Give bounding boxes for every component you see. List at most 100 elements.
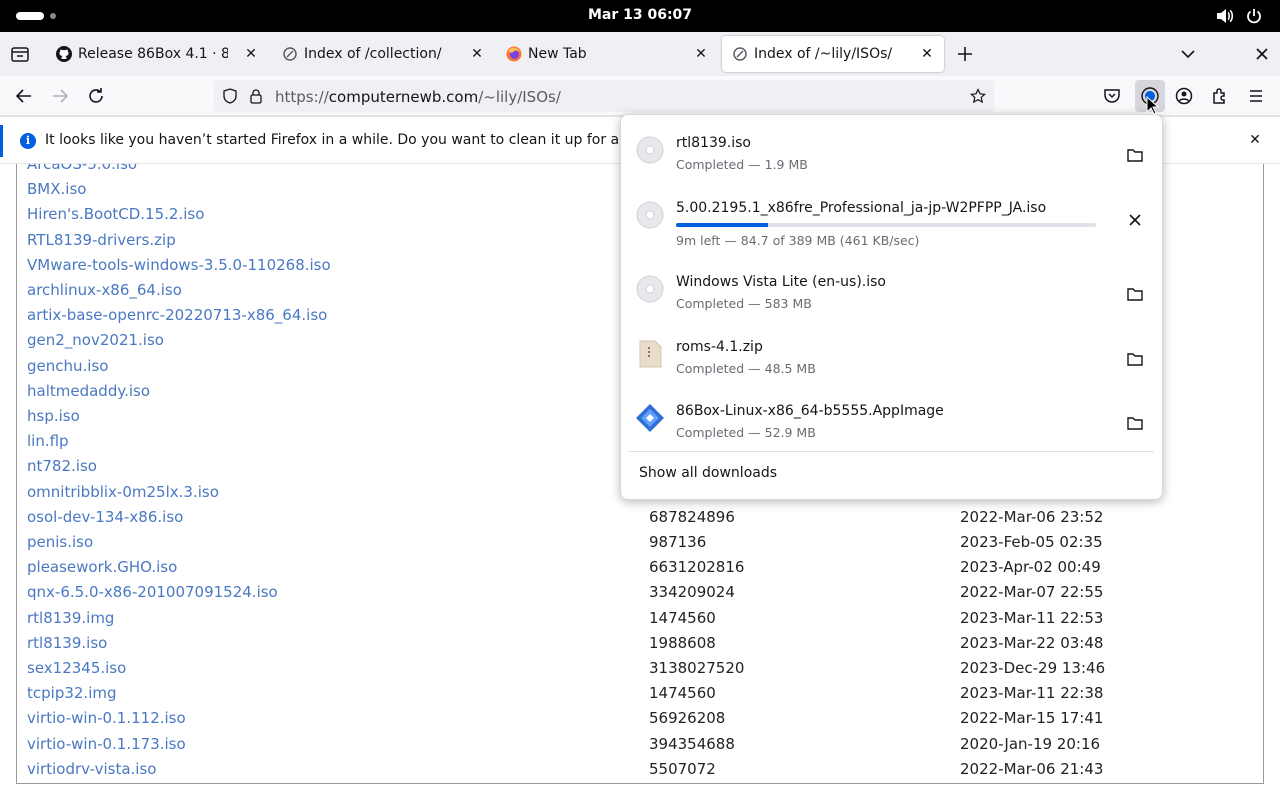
firefox-view-icon[interactable]	[8, 42, 32, 66]
close-tab-icon[interactable]: ✕	[918, 45, 936, 63]
new-tab-plus-icon[interactable]	[953, 42, 977, 66]
file-link[interactable]: artix-base-openrc-20220713-x86_64.iso	[27, 306, 327, 324]
file-link[interactable]: qnx-6.5.0-x86-201007091524.iso	[27, 583, 278, 601]
hamburger-menu-icon[interactable]	[1244, 84, 1268, 108]
github-icon	[56, 46, 72, 62]
download-progress-bar	[676, 223, 1096, 227]
close-tab-icon[interactable]: ✕	[692, 45, 710, 63]
file-link[interactable]: penis.iso	[27, 533, 93, 551]
tab-label: Index of /collection/	[304, 46, 442, 62]
file-date: 2023-Apr-02 00:49	[960, 558, 1101, 577]
tab-label: Index of /~lily/ISOs/	[754, 46, 893, 62]
tab-strip: Release 86Box 4.1 · 86Box ✕ Index of /co…	[0, 32, 1280, 76]
file-date: 2022-Mar-07 22:55	[960, 583, 1104, 602]
file-link[interactable]: virtio-win-0.1.112.iso	[27, 709, 186, 727]
info-icon: i	[20, 133, 36, 149]
file-link[interactable]: BMX.iso	[27, 180, 86, 198]
file-date: 2023-Mar-11 22:38	[960, 684, 1104, 703]
download-item[interactable]: Windows Vista Lite (en-us).iso Completed …	[629, 258, 1156, 322]
back-arrow-icon[interactable]	[12, 84, 36, 108]
tab-index-collection[interactable]: Index of /collection/ ✕	[272, 36, 494, 72]
file-link[interactable]: archlinux-x86_64.iso	[27, 281, 182, 299]
file-link[interactable]: omnitribblix-0m25lx.3.iso	[27, 483, 219, 501]
close-tab-icon[interactable]: ✕	[468, 45, 486, 63]
download-filename: Windows Vista Lite (en-us).iso	[676, 274, 886, 290]
table-row: virtio-win-0.1.112.iso 56926208 2022-Mar-1…	[17, 709, 1263, 734]
bookmark-star-icon[interactable]	[970, 88, 986, 104]
file-size: 3138027520	[649, 659, 745, 677]
open-folder-icon[interactable]	[1123, 282, 1147, 306]
file-link[interactable]: virtio-win-0.1.173.iso	[27, 735, 186, 753]
file-link[interactable]: pleasework.GHO.iso	[27, 558, 177, 576]
extensions-icon[interactable]	[1208, 84, 1232, 108]
downloads-panel: rtl8139.iso Completed — 1.9 MB 5.00.2195.1…	[620, 114, 1163, 500]
power-icon[interactable]	[1246, 8, 1262, 24]
file-link[interactable]: RTL8139-drivers.zip	[27, 231, 176, 249]
mouse-cursor-icon	[1146, 96, 1160, 115]
open-folder-icon[interactable]	[1123, 411, 1147, 435]
file-link[interactable]: gen2_nov2021.iso	[27, 331, 164, 349]
firefox-icon	[506, 46, 522, 62]
tab-index-lily-isos[interactable]: Index of /~lily/ISOs/ ✕	[722, 36, 944, 72]
file-link[interactable]: osol-dev-134-x86.iso	[27, 508, 183, 526]
close-tab-icon[interactable]: ✕	[242, 45, 260, 63]
file-link[interactable]: genchu.iso	[27, 357, 108, 375]
file-link[interactable]: VMware-tools-windows-3.5.0-110268.iso	[27, 256, 331, 274]
download-item[interactable]: 5.00.2195.1_x86fre_Professional_ja-jp-W2…	[629, 184, 1156, 248]
file-link[interactable]: nt782.iso	[27, 457, 97, 475]
shield-icon[interactable]	[222, 88, 238, 104]
close-window-icon[interactable]	[1250, 42, 1274, 66]
file-size: 1988608	[649, 633, 716, 652]
pocket-icon[interactable]	[1100, 84, 1124, 108]
url-text[interactable]: https://computernewb.com/~lily/ISOs/	[275, 88, 561, 106]
list-all-tabs-chevron-down-icon[interactable]	[1176, 42, 1200, 66]
file-link[interactable]: ArcaOS-5.0.iso	[27, 164, 137, 173]
lock-icon[interactable]	[248, 88, 264, 104]
disc-icon	[635, 135, 665, 165]
tab-label: Release 86Box 4.1 · 86Box	[78, 46, 228, 62]
tab-86box-release[interactable]: Release 86Box 4.1 · 86Box ✕	[46, 36, 268, 72]
notification-accent	[0, 125, 3, 157]
download-item[interactable]: 86Box-Linux-x86_64-b5555.AppImage Complet…	[629, 387, 1156, 451]
download-status: Completed — 48.5 MB	[676, 361, 816, 376]
volume-icon[interactable]	[1216, 8, 1234, 24]
close-notification-icon[interactable]: ✕	[1246, 131, 1264, 149]
file-link[interactable]: rtl8139.iso	[27, 634, 107, 652]
download-filename: 86Box-Linux-x86_64-b5555.AppImage	[676, 403, 944, 419]
account-icon[interactable]	[1172, 84, 1196, 108]
url-bar[interactable]: https://computernewb.com/~lily/ISOs/	[214, 80, 994, 112]
file-link[interactable]: virtiodrv-vista.iso	[27, 760, 156, 778]
file-date: 2023-Feb-05 02:35	[960, 533, 1103, 551]
open-folder-icon[interactable]	[1123, 143, 1147, 167]
file-date: 2023-Mar-11 22:53	[960, 608, 1104, 627]
page-icon	[282, 46, 298, 62]
file-link[interactable]: Hiren's.BootCD.15.2.iso	[27, 205, 204, 223]
download-item[interactable]: rtl8139.iso Completed — 1.9 MB	[629, 119, 1156, 183]
file-link[interactable]: rtl8139.img	[27, 609, 114, 627]
open-folder-icon[interactable]	[1123, 347, 1147, 371]
system-clock[interactable]: Mar 13 06:07	[0, 7, 1280, 23]
file-size: 6631202816	[649, 558, 745, 577]
file-size: 394354688	[649, 734, 735, 753]
download-filename: 5.00.2195.1_x86fre_Professional_ja-jp-W2…	[676, 200, 1047, 216]
cancel-download-close-icon[interactable]	[1123, 208, 1147, 232]
file-link[interactable]: haltmedaddy.iso	[27, 382, 150, 400]
file-date: 2022-Mar-06 23:52	[960, 507, 1104, 526]
show-all-downloads-button[interactable]: Show all downloads	[639, 465, 777, 481]
page-icon	[732, 46, 748, 62]
reload-icon[interactable]	[84, 84, 108, 108]
file-link[interactable]: sex12345.iso	[27, 659, 126, 677]
tab-new-tab[interactable]: New Tab ✕	[496, 36, 718, 72]
file-size: 56926208	[649, 709, 726, 728]
forward-arrow-icon[interactable]	[48, 84, 72, 108]
file-link[interactable]: hsp.iso	[27, 407, 80, 425]
file-size: 687824896	[649, 507, 735, 526]
file-date: 2023-Dec-29 13:46	[960, 659, 1106, 677]
table-row: pleasework.GHO.iso 6631202816 2023-Apr-02 …	[17, 558, 1263, 583]
panel-divider	[629, 451, 1154, 452]
download-item[interactable]: roms-4.1.zip Completed — 48.5 MB	[629, 323, 1156, 387]
file-date: 2020-Jan-19 20:16	[960, 734, 1101, 753]
notification-message: It looks like you haven’t started Firefo…	[45, 132, 620, 148]
file-link[interactable]: tcpip32.img	[27, 684, 117, 702]
file-link[interactable]: lin.flp	[27, 432, 69, 450]
